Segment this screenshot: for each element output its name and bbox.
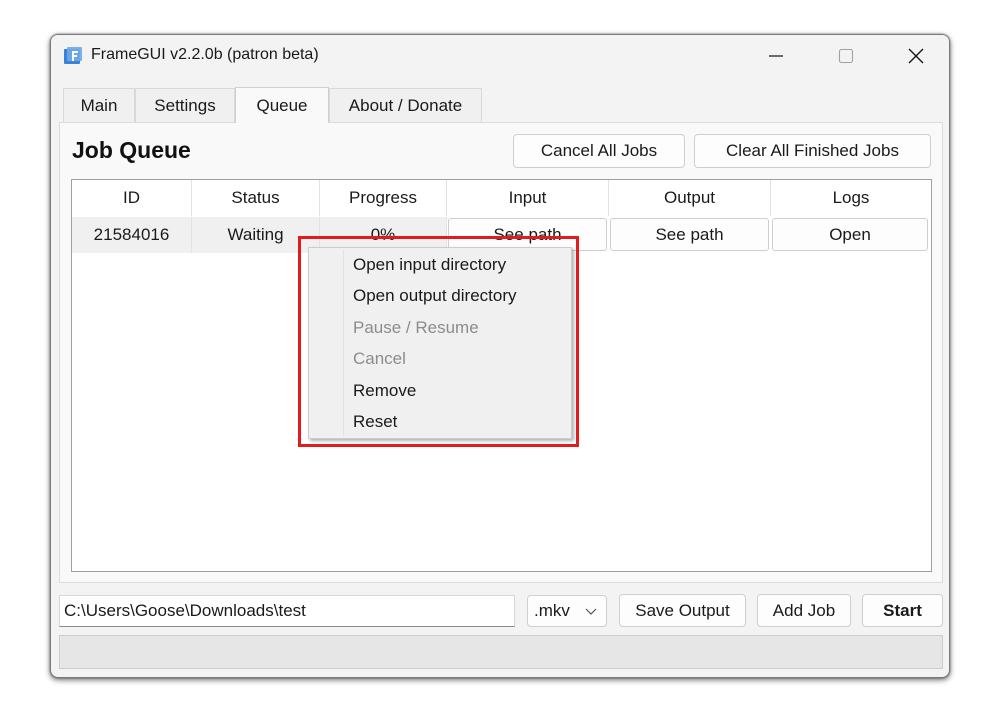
- save-output-button[interactable]: Save Output: [619, 594, 746, 627]
- tab-about-donate[interactable]: About / Donate: [329, 88, 482, 123]
- see-output-path-button[interactable]: See path: [610, 218, 769, 251]
- annotation-highlight-box: [298, 236, 579, 447]
- column-header-status[interactable]: Status: [192, 180, 320, 216]
- page-title: Job Queue: [72, 137, 191, 163]
- tab-main[interactable]: Main: [63, 88, 135, 123]
- clear-finished-jobs-button[interactable]: Clear All Finished Jobs: [694, 134, 931, 168]
- extension-value: .mkv: [534, 601, 570, 620]
- status-bar: [59, 635, 943, 669]
- extension-select[interactable]: .mkv: [527, 595, 607, 627]
- column-header-logs[interactable]: Logs: [771, 180, 931, 216]
- window-title: FrameGUI v2.2.0b (patron beta): [91, 46, 319, 63]
- close-button[interactable]: [881, 35, 949, 77]
- close-icon: [908, 48, 924, 64]
- open-logs-button[interactable]: Open: [772, 218, 928, 251]
- column-header-id[interactable]: ID: [72, 180, 192, 216]
- maximize-icon: [838, 48, 854, 64]
- minimize-icon: [769, 55, 783, 57]
- tab-settings[interactable]: Settings: [135, 88, 235, 123]
- title-bar[interactable]: FrameGUI v2.2.0b (patron beta): [51, 35, 949, 77]
- tab-queue[interactable]: Queue: [235, 87, 329, 123]
- minimize-button[interactable]: [741, 35, 811, 77]
- column-header-input[interactable]: Input: [447, 180, 609, 216]
- add-job-button[interactable]: Add Job: [757, 594, 851, 627]
- output-path-input[interactable]: C:\Users\Goose\Downloads\test: [59, 595, 515, 627]
- maximize-button[interactable]: [811, 35, 881, 77]
- chevron-down-icon: [585, 608, 597, 615]
- column-header-output[interactable]: Output: [609, 180, 771, 216]
- framegui-app-icon: [64, 47, 82, 64]
- cancel-all-jobs-button[interactable]: Cancel All Jobs: [513, 134, 685, 168]
- column-header-progress[interactable]: Progress: [320, 180, 447, 216]
- start-button[interactable]: Start: [862, 594, 943, 627]
- job-id-cell: 21584016: [72, 217, 192, 253]
